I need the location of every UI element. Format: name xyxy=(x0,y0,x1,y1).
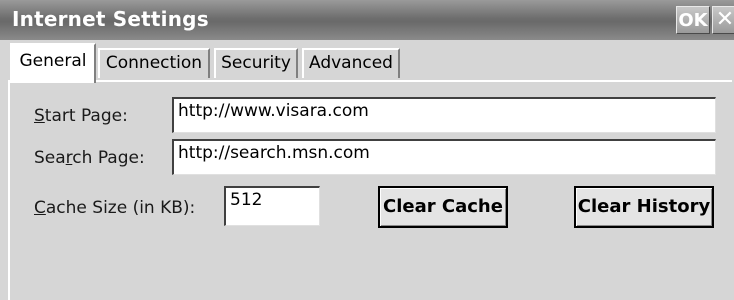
cache-size-label: Cache Size (in KB): xyxy=(34,198,195,218)
title-bar[interactable]: Internet Settings OK ✕ xyxy=(0,0,734,40)
tab-advanced[interactable]: Advanced xyxy=(302,48,400,78)
window-title: Internet Settings xyxy=(12,7,209,31)
clear-cache-button[interactable]: Clear Cache xyxy=(378,186,508,228)
internet-settings-window: Internet Settings OK ✕ General Connectio… xyxy=(0,0,734,300)
tab-advanced-label: Advanced xyxy=(309,53,393,73)
tab-general[interactable]: General xyxy=(10,43,96,83)
cache-size-label-post: ache Size (in KB): xyxy=(45,198,196,218)
start-page-label-accel: S xyxy=(34,106,45,126)
tab-connection-label: Connection xyxy=(105,53,203,73)
cache-size-label-accel: C xyxy=(34,198,46,218)
search-page-label: Search Page: xyxy=(34,148,145,168)
start-page-label: Start Page: xyxy=(34,106,128,126)
search-page-label-post: ch Page: xyxy=(72,148,145,168)
tab-connection[interactable]: Connection xyxy=(98,48,210,78)
tab-security[interactable]: Security xyxy=(214,48,298,78)
search-page-field[interactable]: http://search.msn.com xyxy=(172,139,716,175)
ok-button[interactable]: OK xyxy=(676,6,710,34)
tab-general-label: General xyxy=(19,51,87,71)
clear-history-button[interactable]: Clear History xyxy=(574,186,714,228)
start-page-field[interactable]: http://www.visara.com xyxy=(172,97,716,133)
close-icon[interactable]: ✕ xyxy=(712,6,734,34)
search-page-label-pre: Sea xyxy=(34,148,66,168)
general-tab-panel: Start Page: http://www.visara.com Search… xyxy=(8,80,732,300)
tab-security-label: Security xyxy=(221,53,291,73)
cache-size-field[interactable]: 512 xyxy=(224,186,320,226)
start-page-label-post: tart Page: xyxy=(44,106,128,126)
